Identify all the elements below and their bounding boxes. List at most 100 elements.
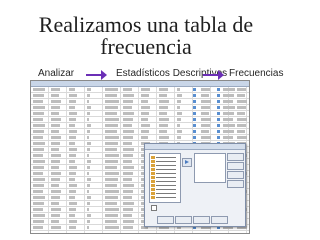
cell-text — [105, 184, 117, 187]
side-button[interactable] — [227, 180, 244, 188]
cell-text — [105, 154, 119, 157]
variable-label — [156, 165, 176, 166]
measure-icon — [193, 130, 196, 133]
cell-text — [159, 130, 167, 133]
cell-text — [159, 118, 169, 121]
cell-text — [87, 220, 90, 223]
cell-text — [123, 112, 134, 115]
cell-text — [51, 214, 60, 217]
cell-text — [177, 124, 180, 127]
display-tables-checkbox[interactable] — [151, 205, 157, 211]
variable-list-item[interactable] — [151, 176, 179, 179]
variable-list-item[interactable] — [151, 156, 179, 159]
cell-text — [201, 100, 211, 103]
cell-text — [51, 196, 60, 199]
cell-text — [105, 130, 117, 133]
variable-target-list[interactable] — [194, 153, 226, 183]
spss-screenshot — [30, 80, 250, 234]
cell-text — [123, 208, 133, 211]
variable-list-item[interactable] — [151, 180, 179, 183]
variable-icon — [151, 164, 155, 167]
cell-text — [51, 220, 59, 223]
measure-icon — [217, 118, 220, 121]
dialog-button[interactable] — [175, 216, 192, 224]
cell-text — [51, 118, 61, 121]
cell-text — [177, 118, 181, 121]
dialog-button[interactable] — [193, 216, 210, 224]
cell-text — [87, 106, 91, 109]
cell-text — [177, 130, 182, 133]
cell-text — [69, 166, 77, 169]
cell-text — [51, 184, 59, 187]
cell-text — [105, 112, 117, 115]
cell-text — [177, 112, 182, 115]
cell-text — [33, 136, 43, 139]
variable-label — [156, 161, 176, 162]
cell-text — [123, 148, 134, 151]
cell-text — [123, 160, 132, 163]
cell-text — [87, 94, 90, 97]
cell-text — [33, 94, 44, 97]
measure-icon — [193, 88, 196, 91]
variable-list-item[interactable] — [151, 160, 179, 163]
cell-text — [87, 118, 89, 121]
measure-icon — [217, 94, 220, 97]
cell-text — [123, 226, 133, 229]
measure-icon — [193, 100, 196, 103]
cell-text — [33, 124, 45, 127]
measure-icon — [193, 124, 196, 127]
cell-text — [87, 184, 90, 187]
cell-text — [105, 136, 119, 139]
cell-text — [177, 88, 180, 91]
cell-text — [223, 118, 233, 121]
cell-text — [123, 136, 133, 139]
cell-text — [87, 196, 91, 199]
cell-text — [33, 196, 45, 199]
variable-list-item[interactable] — [151, 188, 179, 191]
dialog-button[interactable] — [157, 216, 174, 224]
variable-list-item[interactable] — [151, 196, 179, 199]
cell-text — [123, 202, 134, 205]
cell-text — [123, 118, 133, 121]
cell-text — [123, 130, 134, 133]
cell-text — [69, 190, 76, 193]
cell-text — [33, 154, 43, 157]
cell-text — [237, 94, 245, 97]
cell-text — [105, 226, 119, 229]
variable-list-item[interactable] — [151, 164, 179, 167]
cell-text — [105, 208, 119, 211]
cell-text — [223, 88, 235, 91]
variable-icon — [151, 168, 155, 171]
variable-icon — [151, 196, 155, 199]
variable-list-item[interactable] — [151, 172, 179, 175]
cell-text — [33, 214, 45, 217]
variable-icon — [151, 176, 155, 179]
variable-list-item[interactable] — [151, 168, 179, 171]
variable-source-list[interactable] — [149, 153, 181, 203]
cell-text — [69, 154, 76, 157]
cell-text — [69, 172, 76, 175]
move-right-icon[interactable] — [182, 158, 192, 167]
side-button[interactable] — [227, 153, 244, 161]
side-button[interactable] — [227, 171, 244, 179]
cell-text — [33, 112, 44, 115]
cell-text — [51, 130, 59, 133]
cell-text — [223, 130, 234, 133]
cell-text — [141, 88, 150, 91]
cell-text — [123, 142, 132, 145]
variable-list-item[interactable] — [151, 184, 179, 187]
dialog-button[interactable] — [211, 216, 228, 224]
cell-text — [51, 148, 59, 151]
cell-text — [123, 166, 134, 169]
cell-text — [33, 148, 44, 151]
cell-text — [33, 184, 44, 187]
variable-list-item[interactable] — [151, 192, 179, 195]
cell-text — [223, 106, 235, 109]
cell-text — [69, 208, 76, 211]
cell-text — [69, 148, 77, 151]
side-button[interactable] — [227, 162, 244, 170]
cell-text — [159, 124, 168, 127]
variable-icon — [151, 156, 155, 159]
cell-text — [69, 214, 75, 217]
cell-text — [159, 136, 169, 139]
